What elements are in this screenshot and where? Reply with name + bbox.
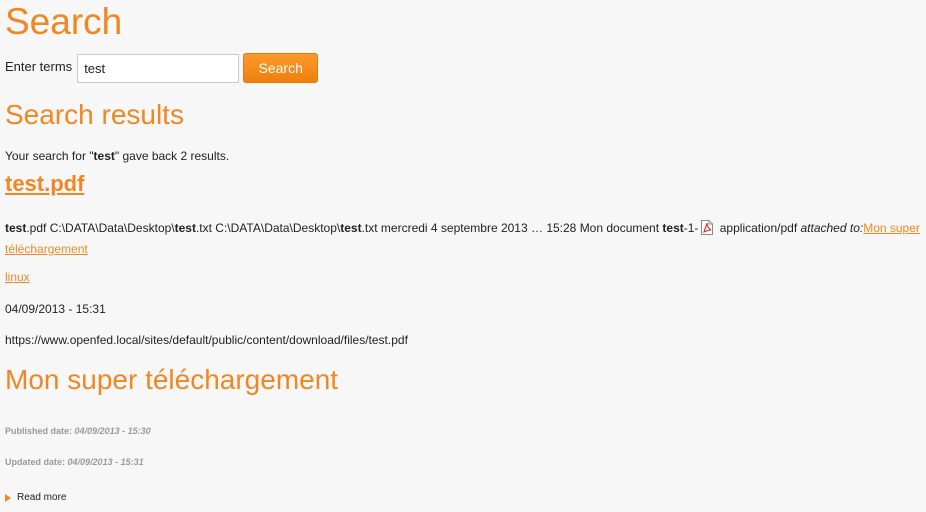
snippet-term: test — [5, 221, 27, 235]
updated-value: 04/09/2013 - 15:31 — [67, 457, 144, 467]
pdf-file-icon — [701, 220, 714, 235]
published-date: Published date: 04/09/2013 - 15:30 — [5, 426, 151, 436]
result-snippet: test.pdf C:\DATA\Data\Desktop\test.txt C… — [5, 218, 920, 260]
triangle-right-icon — [5, 493, 11, 502]
summary-suffix: " gave back 2 results. — [114, 149, 230, 163]
snippet-term: test — [340, 221, 362, 235]
read-more-link[interactable]: Read more — [5, 492, 66, 503]
results-heading: Search results — [5, 99, 184, 130]
updated-date: Updated date: 04/09/2013 - 15:31 — [5, 457, 144, 467]
page-title: Search — [5, 1, 123, 42]
tag-link-linux[interactable]: linux — [5, 270, 30, 284]
search-page: Search Enter terms Search Search results… — [0, 0, 926, 512]
search-input[interactable] — [77, 53, 240, 83]
search-button[interactable]: Search — [243, 53, 319, 83]
results-summary: Your search for "test" gave back 2 resul… — [5, 149, 229, 164]
read-more-label: Read more — [17, 492, 67, 503]
snippet-term: test — [662, 221, 684, 235]
search-label: Enter terms — [5, 58, 73, 74]
snippet-mime: application/pdf — [716, 221, 801, 235]
updated-label: Updated date: — [5, 457, 66, 467]
search-form: Enter terms Search — [5, 53, 319, 83]
snippet-term: test — [174, 221, 196, 235]
snippet-text: .pdf C:\DATA\Data\Desktop\ — [26, 221, 175, 235]
snippet-text: .txt C:\DATA\Data\Desktop\ — [195, 221, 341, 235]
snippet-text: -1- — [683, 221, 699, 235]
result-title-link[interactable]: test.pdf — [5, 170, 84, 198]
result-url: https://www.openfed.local/sites/default/… — [5, 333, 408, 347]
node-title: Mon super téléchargement — [5, 364, 339, 395]
attached-to-label: attached to: — [800, 221, 864, 235]
published-value: 04/09/2013 - 15:30 — [74, 426, 151, 436]
result-date: 04/09/2013 - 15:31 — [5, 302, 106, 316]
summary-term: test — [93, 149, 115, 163]
snippet-text: .txt mercredi 4 septembre 2013 … 15:28 M… — [361, 221, 663, 235]
summary-prefix: Your search for " — [5, 149, 94, 163]
published-label: Published date: — [5, 426, 73, 436]
